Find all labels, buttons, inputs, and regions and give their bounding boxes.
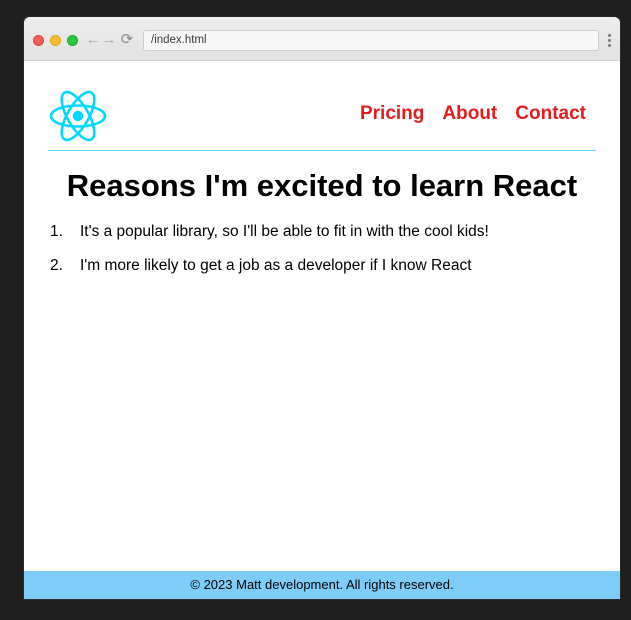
list-item: 1. It's a popular library, so I'll be ab… xyxy=(48,221,596,243)
back-arrow-icon[interactable]: ← xyxy=(85,30,101,50)
page-title: Reasons I'm excited to learn React xyxy=(66,168,578,203)
header-divider xyxy=(48,150,596,151)
reasons-list: 1. It's a popular library, so I'll be ab… xyxy=(48,221,596,289)
forward-arrow-icon[interactable]: → xyxy=(101,30,117,50)
site-footer: © 2023 Matt development. All rights rese… xyxy=(24,571,620,599)
nav-link-about[interactable]: About xyxy=(442,101,497,127)
nav-link-contact[interactable]: Contact xyxy=(515,101,586,127)
browser-window: ← → ⟳ /index.html Pricing About Contact xyxy=(24,17,620,599)
browser-toolbar: ← → ⟳ /index.html xyxy=(24,17,620,61)
list-item-text: It's a popular library, so I'll be able … xyxy=(80,223,489,240)
site-header: Pricing About Contact xyxy=(48,89,596,151)
minimize-window-button[interactable] xyxy=(50,35,61,46)
react-logo-icon[interactable] xyxy=(48,89,108,143)
close-window-button[interactable] xyxy=(33,35,44,46)
more-options-icon[interactable] xyxy=(604,30,614,50)
list-item-text: I'm more likely to get a job as a develo… xyxy=(80,257,472,274)
list-item: 2. I'm more likely to get a job as a dev… xyxy=(48,255,596,277)
list-item-number: 1. xyxy=(50,223,63,240)
maximize-window-button[interactable] xyxy=(67,35,78,46)
reload-icon[interactable]: ⟳ xyxy=(119,30,135,50)
list-item-number: 2. xyxy=(50,257,63,274)
main-nav: Pricing About Contact xyxy=(360,101,586,127)
page-content: Pricing About Contact Reasons I'm excite… xyxy=(24,61,620,599)
nav-link-pricing[interactable]: Pricing xyxy=(360,101,424,127)
address-bar[interactable]: /index.html xyxy=(143,30,599,51)
